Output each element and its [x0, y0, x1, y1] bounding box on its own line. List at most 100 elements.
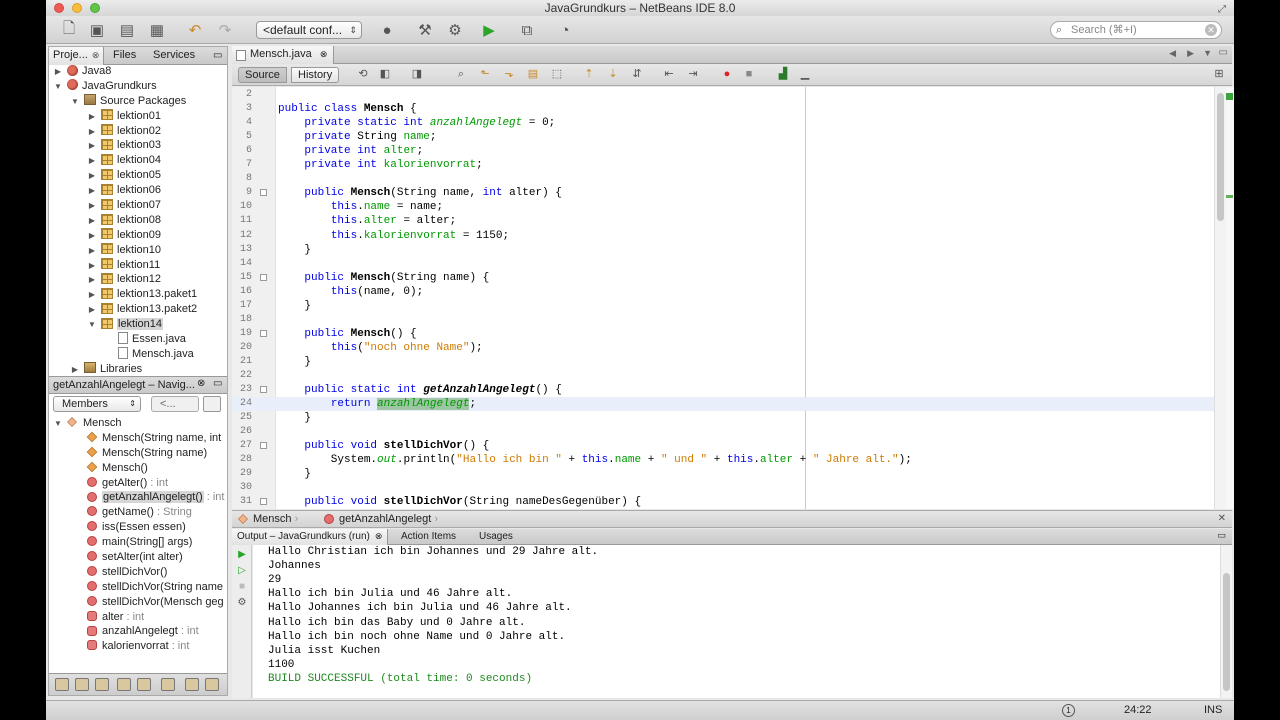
collapsed-triangle-icon[interactable]: ▶ [87, 154, 97, 169]
scope-select[interactable]: <... [151, 396, 199, 412]
filter-nonpublic-icon[interactable] [95, 678, 109, 691]
shift-right-icon[interactable]: ⇥ [686, 68, 700, 81]
code-line[interactable]: 17 } [232, 299, 1226, 313]
clear-search-icon[interactable]: ✕ [1205, 24, 1217, 36]
fold-toggle-icon[interactable] [260, 189, 267, 197]
code-line[interactable]: 12 this.kalorienvorrat = 1150; [232, 229, 1226, 243]
collapsed-triangle-icon[interactable]: ▶ [53, 65, 63, 80]
tree-item[interactable]: ▶ lektion06 [49, 183, 227, 198]
tab-mensch-java[interactable]: Mensch.java ⊗ [232, 46, 335, 64]
collapsed-triangle-icon[interactable]: ▶ [87, 288, 97, 303]
breadcrumb-class[interactable]: Mensch › [238, 511, 298, 527]
collapsed-triangle-icon[interactable]: ▶ [87, 259, 97, 274]
code-line[interactable]: 24 return anzahlAngelegt; [232, 397, 1226, 412]
expanded-triangle-icon[interactable]: ▼ [53, 417, 63, 432]
close-navigator-icon[interactable]: ⊗ [197, 378, 205, 389]
output-scrollbar[interactable] [1220, 545, 1232, 698]
last-edit-icon[interactable]: ⟲ [356, 68, 370, 81]
tree-item[interactable]: ▼ JavaGrundkurs [49, 79, 227, 94]
stop-macro-icon[interactable]: ■ [742, 68, 756, 81]
code-line[interactable]: 26 [232, 425, 1226, 439]
code-line[interactable]: 6 private int alter; [232, 144, 1226, 158]
tree-item[interactable]: ▼ lektion14 [49, 317, 227, 332]
tree-item[interactable]: ▶ lektion03 [49, 138, 227, 153]
code-line[interactable]: 30 [232, 481, 1226, 495]
occurrence-marker[interactable] [1226, 195, 1233, 198]
navigator-member[interactable]: anzahlAngelegt : int [49, 624, 227, 639]
tree-item[interactable]: ▶ lektion10 [49, 243, 227, 258]
collapsed-triangle-icon[interactable]: ▶ [87, 199, 97, 214]
tree-item[interactable]: ▶ lektion04 [49, 153, 227, 168]
code-line[interactable]: 15 public Mensch(String name) { [232, 271, 1226, 285]
scroll-tabs-left-icon[interactable]: ◀ [1169, 48, 1176, 59]
tree-item[interactable]: ▶ lektion13.paket2 [49, 302, 227, 317]
tree-item[interactable]: ▶ lektion13.paket1 [49, 287, 227, 302]
collapsed-triangle-icon[interactable]: ▶ [87, 184, 97, 199]
minimize-panel-icon[interactable]: ▭ [209, 47, 226, 65]
expanded-triangle-icon[interactable]: ▼ [87, 318, 97, 333]
collapsed-triangle-icon[interactable]: ▶ [87, 244, 97, 259]
search-input[interactable]: ⌕ Search (⌘+I) ✕ [1050, 21, 1222, 39]
collapsed-triangle-icon[interactable]: ▶ [87, 229, 97, 244]
minimize-window-button[interactable] [72, 3, 82, 13]
show-open-documents-icon[interactable]: ▼ [1203, 48, 1212, 58]
navigator-root-class[interactable]: ▼ Mensch [49, 416, 227, 431]
code-line[interactable]: 16 this(name, 0); [232, 285, 1226, 299]
tab-output[interactable]: Output – JavaGrundkurs (run) ⊗ [232, 529, 389, 545]
error-stripe[interactable] [1226, 87, 1234, 509]
tree-item[interactable]: Essen.java [49, 332, 227, 347]
undo-button[interactable]: ↶ [184, 20, 206, 40]
collapsed-triangle-icon[interactable]: ▶ [87, 110, 97, 125]
previous-bookmark-icon[interactable]: ⇡ [582, 68, 596, 81]
expanded-triangle-icon[interactable]: ▼ [53, 80, 63, 95]
tab-files[interactable]: Files [109, 47, 140, 65]
code-line[interactable]: 18 [232, 313, 1226, 327]
tab-action-items[interactable]: Action Items [396, 529, 461, 545]
show-javadoc-icon[interactable] [205, 678, 219, 691]
collapsed-triangle-icon[interactable]: ▶ [87, 139, 97, 154]
notifications-badge[interactable]: 1 [1062, 704, 1075, 717]
start-macro-icon[interactable]: ● [720, 68, 734, 81]
navigator-member[interactable]: Mensch() [49, 461, 227, 476]
scrollbar-thumb[interactable] [1217, 93, 1224, 221]
output-console[interactable]: Hallo Christian ich bin Johannes und 29 … [253, 545, 1220, 698]
code-line[interactable]: 13 } [232, 243, 1226, 257]
toggle-highlight-icon[interactable]: ▤ [526, 68, 540, 81]
find-next-icon[interactable]: ⬎ [502, 68, 516, 81]
toggle-bookmark-icon[interactable]: ⇵ [630, 68, 644, 81]
stop-icon[interactable]: ■ [236, 581, 248, 593]
filter-fields-icon[interactable] [55, 678, 69, 691]
minimize-output-icon[interactable]: ▭ [1217, 530, 1226, 541]
code-line[interactable]: 9 public Mensch(String name, int alter) … [232, 186, 1226, 200]
code-line[interactable]: 5 private String name; [232, 130, 1226, 144]
close-tab-icon[interactable]: ⊗ [92, 50, 100, 60]
code-line[interactable]: 25 } [232, 411, 1226, 425]
collapsed-triangle-icon[interactable]: ▶ [87, 125, 97, 140]
maximize-editor-icon[interactable]: ▭ [1219, 47, 1228, 58]
sort-by-source-icon[interactable] [185, 678, 199, 691]
scrollbar-thumb[interactable] [1223, 573, 1230, 691]
navigator-member[interactable]: stellDichVor() [49, 565, 227, 580]
tab-projects[interactable]: Proje... ⊗ [49, 47, 105, 65]
tree-item[interactable]: ▶ lektion08 [49, 213, 227, 228]
configuration-select[interactable]: <default conf... ⇕ [256, 21, 362, 39]
tree-item[interactable]: ▶ lektion07 [49, 198, 227, 213]
tree-item[interactable]: ▶ lektion11 [49, 258, 227, 273]
redo-button[interactable]: ↷ [214, 20, 236, 40]
close-tab-icon[interactable]: ⊗ [320, 49, 328, 59]
forward-icon[interactable]: ◨ [410, 68, 424, 81]
filter-members-icon[interactable] [137, 678, 151, 691]
code-line[interactable]: 22 [232, 369, 1226, 383]
close-breadcrumb-icon[interactable]: ✕ [1218, 511, 1226, 527]
tree-item[interactable]: ▶ lektion12 [49, 272, 227, 287]
code-line[interactable]: 31 public void stellDichVor(String nameD… [232, 495, 1226, 509]
navigator-member[interactable]: stellDichVor(String name [49, 580, 227, 595]
code-line[interactable]: 8 [232, 172, 1226, 186]
tree-item[interactable]: ▶ lektion02 [49, 124, 227, 139]
collapsed-triangle-icon[interactable]: ▶ [87, 169, 97, 184]
fold-toggle-icon[interactable] [260, 442, 267, 450]
filter-static-icon[interactable] [75, 678, 89, 691]
collapsed-triangle-icon[interactable]: ▶ [87, 214, 97, 229]
sort-by-name-icon[interactable] [161, 678, 175, 691]
find-icon[interactable]: ⌕ [454, 68, 468, 81]
